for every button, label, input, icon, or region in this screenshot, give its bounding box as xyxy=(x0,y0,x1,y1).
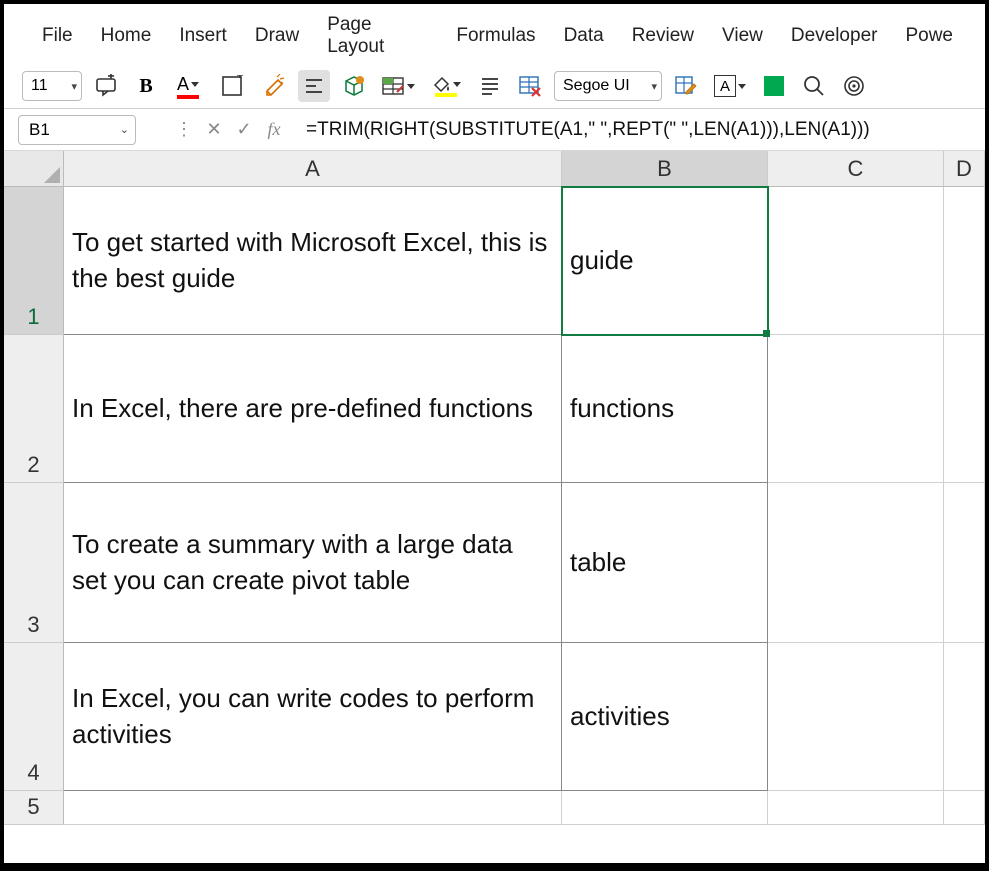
formula-bar-buttons: ⋮ ✕ ✓ fx xyxy=(172,119,286,140)
row-header-4[interactable]: 4 xyxy=(4,643,64,791)
bold-label: B xyxy=(139,75,152,98)
cell-C5[interactable] xyxy=(768,791,944,825)
a-box-label: A xyxy=(714,75,736,97)
row-2: 2 In Excel, there are pre-defined functi… xyxy=(4,335,985,483)
excel-window: File Home Insert Draw Page Layout Formul… xyxy=(4,4,985,863)
cell-A4[interactable]: In Excel, you can write codes to perform… xyxy=(64,643,562,791)
menu-home[interactable]: Home xyxy=(101,25,152,47)
name-box-value: B1 xyxy=(29,120,50,140)
row-4: 4 In Excel, you can write codes to perfo… xyxy=(4,643,985,791)
chevron-down-icon: ▾ xyxy=(71,80,77,93)
zoom-button[interactable] xyxy=(798,70,830,102)
align-left-button[interactable] xyxy=(298,70,330,102)
menu-power[interactable]: Powe xyxy=(905,25,953,47)
chevron-down-icon: ▾ xyxy=(651,80,657,93)
cell-D3[interactable] xyxy=(944,483,985,643)
cell-D4[interactable] xyxy=(944,643,985,791)
cell-A5[interactable] xyxy=(64,791,562,825)
cell-A3[interactable]: To create a summary with a large data se… xyxy=(64,483,562,643)
menu-draw[interactable]: Draw xyxy=(255,25,299,47)
spreadsheet: A B C D 1 To get started with Microsoft … xyxy=(4,151,985,863)
cell-C3[interactable] xyxy=(768,483,944,643)
menu-formulas[interactable]: Formulas xyxy=(456,25,535,47)
cell-C1[interactable] xyxy=(768,187,944,335)
fx-label[interactable]: fx xyxy=(262,119,286,140)
menu-view[interactable]: View xyxy=(722,25,763,47)
font-name-value: Segoe UI xyxy=(563,77,630,95)
border-button[interactable] xyxy=(214,70,250,102)
row-header-5[interactable]: 5 xyxy=(4,791,64,825)
chevron-down-icon xyxy=(738,84,746,89)
toolbar: 11 ▾ B A xyxy=(4,66,985,109)
name-box[interactable]: B1 ⌄ xyxy=(18,115,136,145)
menu-page-layout[interactable]: Page Layout xyxy=(327,14,428,58)
green-square-icon xyxy=(764,76,784,96)
cell-D5[interactable] xyxy=(944,791,985,825)
cell-B5[interactable] xyxy=(562,791,768,825)
col-header-D[interactable]: D xyxy=(944,151,985,186)
rows: 1 To get started with Microsoft Excel, t… xyxy=(4,187,985,863)
row-1: 1 To get started with Microsoft Excel, t… xyxy=(4,187,985,335)
cell-B2[interactable]: functions xyxy=(562,335,768,483)
select-all-corner[interactable] xyxy=(4,151,64,186)
clear-format-button[interactable] xyxy=(258,70,290,102)
colon-icon: ⋮ xyxy=(172,119,196,140)
bold-button[interactable]: B xyxy=(130,70,162,102)
col-header-A[interactable]: A xyxy=(64,151,562,186)
a-box-button[interactable]: A xyxy=(710,70,750,102)
menu-insert[interactable]: Insert xyxy=(179,25,227,47)
cell-D1[interactable] xyxy=(944,187,985,335)
delete-table-button[interactable] xyxy=(514,70,546,102)
menu-review[interactable]: Review xyxy=(632,25,694,47)
font-color-letter: A xyxy=(177,74,189,95)
font-size-value: 11 xyxy=(31,77,48,95)
chevron-down-icon xyxy=(453,82,461,87)
green-square-button[interactable] xyxy=(758,70,790,102)
chevron-down-icon xyxy=(407,84,415,89)
font-color-underline xyxy=(177,95,199,99)
fill-color-underline xyxy=(435,93,457,97)
row-header-3[interactable]: 3 xyxy=(4,483,64,643)
menu-data[interactable]: Data xyxy=(564,25,604,47)
cell-C2[interactable] xyxy=(768,335,944,483)
cancel-icon[interactable]: ✕ xyxy=(202,119,226,140)
menubar: File Home Insert Draw Page Layout Formul… xyxy=(4,4,985,66)
comment-button[interactable] xyxy=(90,70,122,102)
formula-bar: B1 ⌄ ⋮ ✕ ✓ fx xyxy=(4,109,985,151)
enter-icon[interactable]: ✓ xyxy=(232,119,256,140)
chevron-down-icon: ⌄ xyxy=(120,123,129,136)
row-header-2[interactable]: 2 xyxy=(4,335,64,483)
cell-C4[interactable] xyxy=(768,643,944,791)
row-5: 5 xyxy=(4,791,985,825)
font-color-button[interactable]: A xyxy=(170,70,206,102)
formula-input[interactable] xyxy=(294,119,971,141)
font-name-select[interactable]: Segoe UI ▾ xyxy=(554,71,662,101)
font-size-select[interactable]: 11 ▾ xyxy=(22,71,82,101)
row-3: 3 To create a summary with a large data … xyxy=(4,483,985,643)
chevron-down-icon xyxy=(191,82,199,87)
icon-3d-button[interactable] xyxy=(338,70,370,102)
cell-B1[interactable]: guide xyxy=(562,187,768,335)
justify-button[interactable] xyxy=(474,70,506,102)
row-header-1[interactable]: 1 xyxy=(4,187,64,335)
target-button[interactable] xyxy=(838,70,870,102)
sheet-edit-button[interactable] xyxy=(670,70,702,102)
cell-A1[interactable]: To get started with Microsoft Excel, thi… xyxy=(64,187,562,335)
menu-file[interactable]: File xyxy=(42,25,73,47)
column-headers: A B C D xyxy=(4,151,985,187)
conditional-format-button[interactable] xyxy=(378,70,418,102)
menu-developer[interactable]: Developer xyxy=(791,25,878,47)
cell-A2[interactable]: In Excel, there are pre-defined function… xyxy=(64,335,562,483)
cell-B4[interactable]: activities xyxy=(562,643,768,791)
fill-color-button[interactable] xyxy=(426,70,466,102)
col-header-B[interactable]: B xyxy=(562,151,768,186)
col-header-C[interactable]: C xyxy=(768,151,944,186)
cell-D2[interactable] xyxy=(944,335,985,483)
cell-B3[interactable]: table xyxy=(562,483,768,643)
